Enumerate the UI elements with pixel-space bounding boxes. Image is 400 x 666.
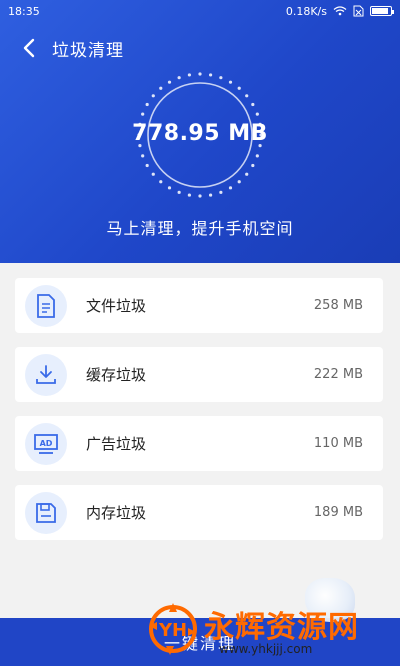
ring-dot — [151, 94, 155, 98]
ring-dot — [159, 86, 163, 90]
ring-dot — [237, 86, 241, 90]
back-arrow-icon[interactable] — [18, 37, 40, 59]
ring-dot — [187, 73, 192, 77]
cloud-decoration — [305, 578, 355, 622]
ring-dot — [167, 80, 172, 84]
ring-dot — [208, 193, 213, 197]
junk-item-ad[interactable]: AD 广告垃圾 110 MB — [15, 416, 383, 471]
junk-size: 778.95 MB — [132, 121, 268, 146]
junk-item-memory[interactable]: 内存垃圾 189 MB — [15, 485, 383, 540]
ring-dot — [177, 190, 181, 194]
ring-dot — [245, 172, 249, 176]
ring-dot — [145, 163, 149, 168]
junk-item-size: 222 MB — [313, 367, 363, 382]
network-speed: 0.18K/s — [285, 4, 327, 18]
top-bar: 垃圾清理 — [0, 30, 400, 66]
memory-icon — [25, 491, 67, 534]
ring-dot — [219, 76, 223, 80]
ring-dot — [255, 112, 259, 116]
ring-dot — [228, 186, 233, 190]
clean-button[interactable]: 一键清理 — [0, 618, 400, 666]
clean-button-label: 一键清理 — [163, 634, 236, 653]
summary-subtitle: 马上清理，提升手机空间 — [106, 219, 294, 238]
ring-dot — [245, 94, 249, 98]
ring-dot — [237, 180, 241, 184]
ring-dot — [159, 180, 163, 184]
file-icon — [25, 284, 67, 327]
ad-icon: AD — [25, 422, 67, 465]
svg-text:AD: AD — [40, 439, 53, 448]
download-icon — [25, 353, 67, 396]
junk-item-size: 258 MB — [313, 298, 363, 313]
ring-dot — [141, 154, 145, 158]
ring-dot — [251, 102, 255, 107]
page-title: 垃圾清理 — [52, 40, 124, 61]
ring-dot — [177, 76, 181, 80]
status-time: 18:35 — [8, 4, 40, 18]
header-banner: 18:35 0.18K/s 垃圾清理 778.95 MB 马上清理，提升手机空间 — [0, 0, 400, 263]
ring-dot — [219, 190, 223, 194]
ring-dot — [187, 193, 192, 197]
battery-icon — [370, 6, 394, 16]
junk-item-label: 缓存垃圾 — [86, 366, 147, 384]
ring-dot — [198, 72, 202, 76]
no-sim-icon — [353, 5, 364, 17]
junk-item-label: 内存垃圾 — [86, 504, 147, 522]
ring-dot — [198, 194, 202, 198]
ring-dot — [251, 163, 255, 168]
junk-item-file[interactable]: 文件垃圾 258 MB — [15, 278, 383, 333]
ring-dot — [145, 102, 149, 107]
junk-item-size: 110 MB — [313, 436, 363, 451]
ring-dot — [167, 186, 172, 190]
junk-item-label: 文件垃圾 — [86, 297, 147, 315]
wifi-icon — [333, 6, 347, 16]
junk-item-label: 广告垃圾 — [86, 435, 147, 453]
junk-item-size: 189 MB — [313, 505, 363, 520]
ring-dot — [151, 172, 155, 176]
status-indicators: 0.18K/s — [285, 4, 394, 18]
junk-item-cache[interactable]: 缓存垃圾 222 MB — [15, 347, 383, 402]
ring-dot — [228, 80, 233, 84]
ring-dot — [255, 154, 259, 158]
junk-list: 文件垃圾 258 MB 缓存垃圾 222 MB AD 广告垃圾 110 MB 内… — [15, 278, 383, 554]
status-bar: 18:35 0.18K/s — [0, 0, 400, 22]
ring-dot — [141, 112, 145, 116]
ring-dot — [208, 73, 213, 77]
